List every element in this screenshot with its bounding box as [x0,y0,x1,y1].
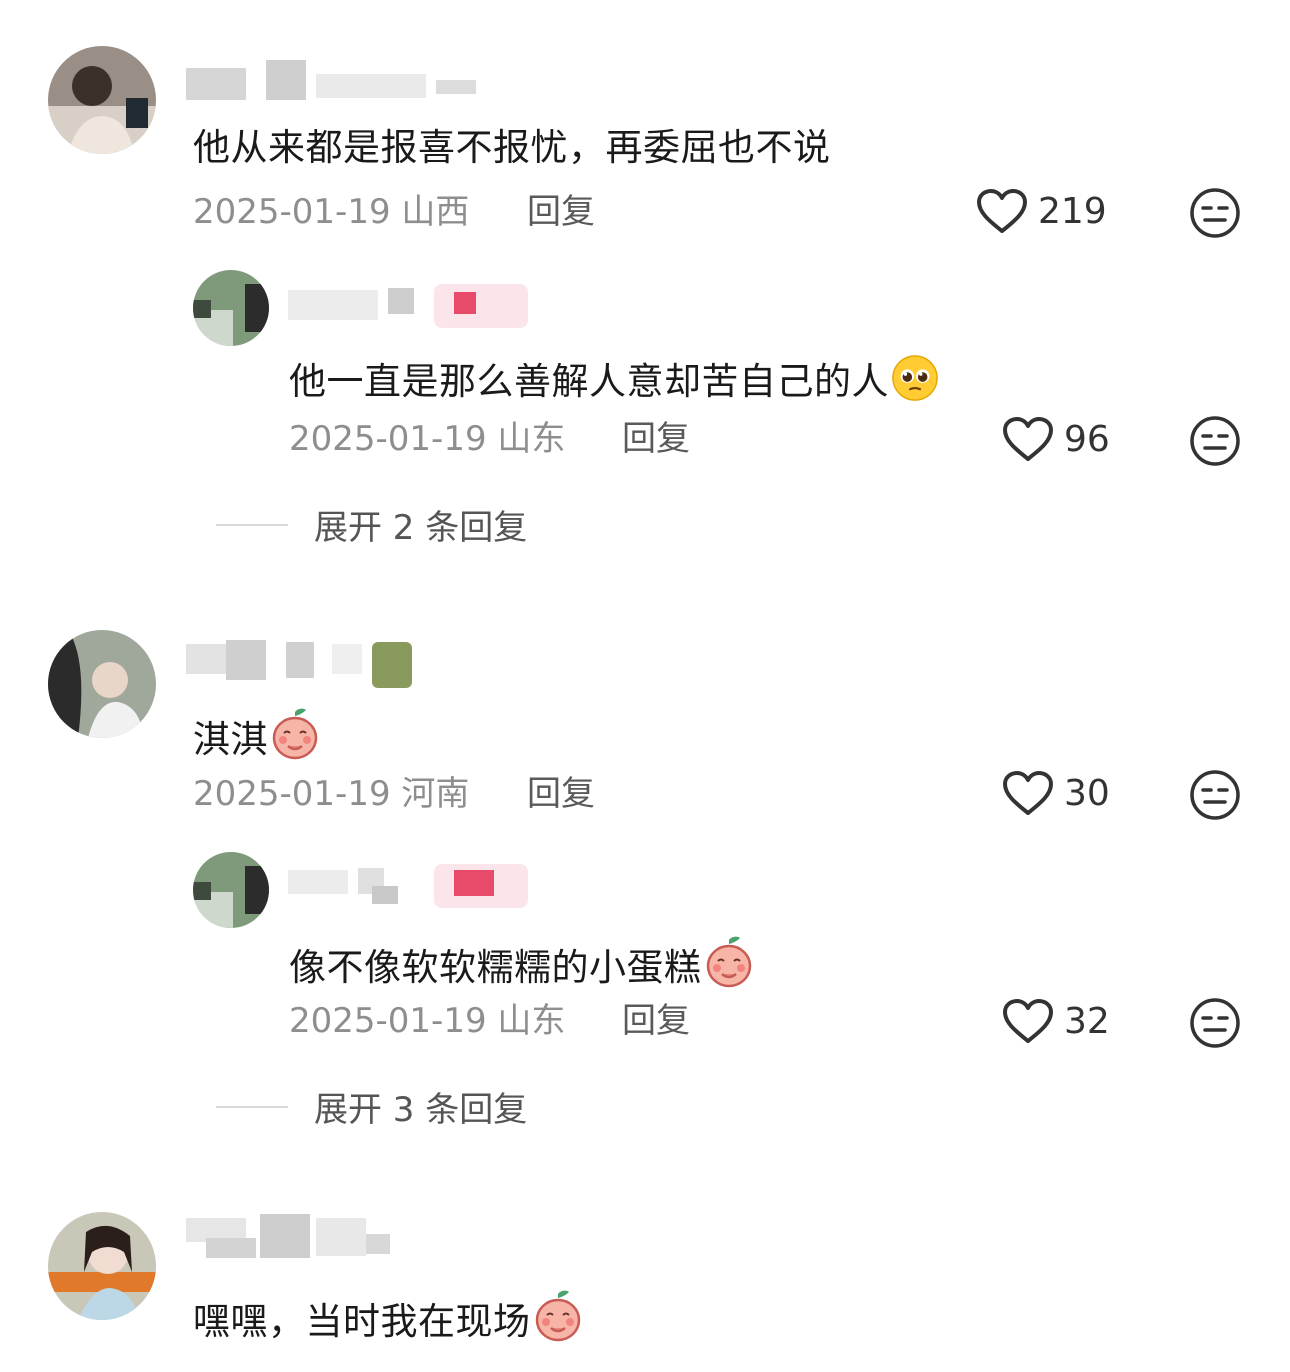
like-count: 30 [1064,772,1110,814]
like-button[interactable]: 96 [1002,416,1110,462]
like-count: 32 [1064,1000,1110,1042]
reply-avatar[interactable] [193,270,269,346]
reply-date: 2025-01-19 [289,419,487,459]
expand-replies-button[interactable]: 展开 3 条回复 [216,1082,527,1131]
dislike-face-icon[interactable] [1189,187,1241,239]
avatar[interactable] [48,46,156,154]
expand-replies-button[interactable]: 展开 2 条回复 [216,500,527,549]
like-button[interactable]: 30 [1002,770,1110,816]
like-button[interactable]: 219 [976,188,1107,234]
comment-location: 山西 [401,192,470,232]
reply-button[interactable]: 回复 [527,774,595,814]
divider-line [216,523,288,526]
reply-text: 像不像软软糯糯的小蛋糕 [289,936,754,990]
reply-text: 他一直是那么善解人意却苦自己的人 [289,354,939,404]
comment-date: 2025-01-19 [193,774,391,814]
username-pixelated [186,636,416,688]
heart-icon [976,188,1028,234]
comment-text: 他从来都是报喜不报忧，再委屈也不说 [193,126,831,169]
comment-meta: 2025-01-19 河南 [193,774,469,814]
like-count: 96 [1064,418,1110,460]
reply-meta: 2025-01-19 山东 [289,419,565,459]
comment-text-content: 嘿嘿，当时我在现场 [193,1300,531,1343]
reply-location: 山东 [497,419,566,459]
reply-button[interactable]: 回复 [622,1001,690,1041]
reply-button[interactable]: 回复 [622,419,690,459]
reply-meta: 2025-01-19 山东 [289,1001,565,1041]
expand-replies-label: 展开 3 条回复 [314,1090,528,1130]
like-count: 219 [1038,190,1107,232]
peach-mascot-emoji-icon [270,708,320,760]
avatar[interactable] [48,630,156,738]
reply-location: 山东 [497,1001,566,1041]
reply-text-content: 像不像软软糯糯的小蛋糕 [289,946,702,989]
peach-mascot-emoji-icon [704,936,754,988]
like-button[interactable]: 32 [1002,998,1110,1044]
dislike-face-icon[interactable] [1189,997,1241,1049]
reply-button[interactable]: 回复 [527,192,595,232]
dislike-face-icon[interactable] [1189,415,1241,467]
divider-line [216,1105,288,1108]
comment-date: 2025-01-19 [193,192,391,232]
reply-avatar[interactable] [193,852,269,928]
username-pixelated [186,60,486,100]
comment-meta: 2025-01-19 山西 [193,192,469,232]
heart-icon [1002,416,1054,462]
reply-username-pixelated [288,284,538,328]
pleading-face-emoji-icon [891,354,939,402]
reply-date: 2025-01-19 [289,1001,487,1041]
avatar[interactable] [48,1212,156,1320]
expand-replies-label: 展开 2 条回复 [314,508,528,548]
comment-text-content: 淇淇 [193,718,268,761]
username-pixelated [186,1214,396,1260]
reply-text-content: 他一直是那么善解人意却苦自己的人 [289,360,889,403]
heart-icon [1002,770,1054,816]
comment-location: 河南 [401,774,470,814]
comment-text: 淇淇 [193,708,320,762]
heart-icon [1002,998,1054,1044]
peach-mascot-emoji-icon [533,1290,583,1342]
reply-username-pixelated [288,864,538,912]
dislike-face-icon[interactable] [1189,769,1241,821]
comment-text: 嘿嘿，当时我在现场 [193,1290,583,1344]
